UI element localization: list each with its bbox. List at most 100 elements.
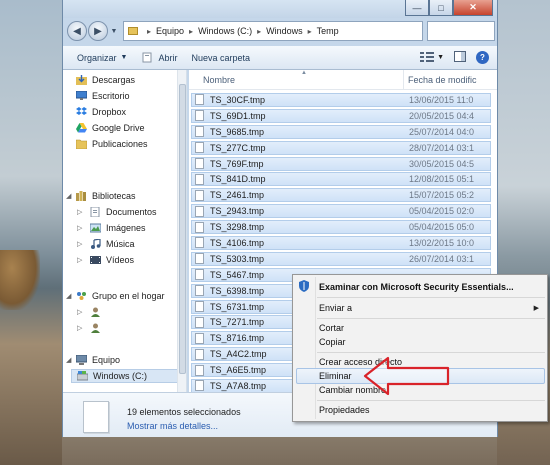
file-icon (195, 380, 204, 392)
expand-arrow-icon[interactable]: ▷ (77, 208, 82, 216)
breadcrumb-windows-c[interactable]: Windows (C:) (198, 26, 252, 36)
documents-icon (89, 207, 101, 218)
new-folder-button[interactable]: Nueva carpeta (191, 53, 250, 63)
maximize-button[interactable]: □ (429, 0, 453, 16)
sidebar-item-publicaciones[interactable]: Publicaciones (75, 137, 148, 151)
forward-arrow-icon[interactable]: ▶ (88, 21, 108, 41)
menu-separator (317, 352, 545, 353)
recent-pages-chevron-icon[interactable]: ▼ (109, 28, 119, 35)
sidebar-item-videos[interactable]: Vídeos (89, 253, 134, 267)
scrollbar-thumb[interactable] (179, 84, 186, 374)
preview-pane-icon[interactable] (454, 51, 466, 64)
submenu-arrow-icon: ▶ (533, 305, 539, 312)
breadcrumb-windows[interactable]: Windows (266, 26, 303, 36)
breadcrumb-temp[interactable]: Temp (317, 26, 339, 36)
menu-item-copy[interactable]: Copiar (319, 335, 346, 349)
file-row[interactable]: TS_841D.tmp 12/08/2015 05:1 (189, 171, 497, 187)
expand-arrow-icon[interactable]: ▷ (77, 324, 82, 332)
file-row[interactable]: TS_4106.tmp 13/02/2015 10:0 (189, 235, 497, 251)
collapse-arrow-icon[interactable]: ◢ (66, 356, 71, 364)
show-more-details-link[interactable]: Mostrar más detalles... (127, 421, 218, 431)
minimize-button[interactable]: — (405, 0, 429, 16)
menu-item-delete[interactable]: Eliminar (319, 369, 352, 383)
file-date: 05/04/2015 05:0 (409, 222, 475, 233)
desktop-icon (75, 91, 87, 102)
file-row[interactable]: TS_9685.tmp 25/07/2014 04:0 (189, 124, 497, 140)
expand-arrow-icon[interactable]: ▷ (77, 256, 82, 264)
file-icon (195, 316, 204, 328)
sidebar-item-label: Windows (C:) (93, 371, 148, 381)
file-row[interactable]: TS_5303.tmp 26/07/2014 03:1 (189, 251, 497, 267)
sidebar-item-equipo[interactable]: Equipo (75, 353, 120, 367)
sidebar-item-descargas[interactable]: Descargas (75, 73, 135, 87)
file-icon (195, 237, 204, 249)
menu-item-cut[interactable]: Cortar (319, 321, 344, 335)
red-arrow-annotation (363, 356, 450, 396)
collapse-arrow-icon[interactable]: ◢ (66, 292, 71, 300)
close-button[interactable]: ✕ (453, 0, 493, 16)
chevron-right-icon[interactable]: ▸ (189, 27, 193, 36)
navigation-scrollbar[interactable] (177, 70, 186, 392)
user-icon (89, 307, 101, 318)
chevron-down-icon[interactable]: ▼ (437, 54, 444, 61)
file-row[interactable]: TS_2943.tmp 05/04/2015 02:0 (189, 203, 497, 219)
file-name: TS_4106.tmp (210, 237, 265, 248)
sidebar-item-documentos[interactable]: Documentos (89, 205, 157, 219)
column-date[interactable]: Fecha de modific (403, 70, 477, 90)
collapse-arrow-icon[interactable]: ◢ (66, 192, 71, 200)
file-name: TS_2943.tmp (210, 206, 265, 217)
file-row[interactable]: TS_277C.tmp 28/07/2014 03:1 (189, 140, 497, 156)
file-row[interactable]: TS_769F.tmp 30/05/2015 04:5 (189, 156, 497, 172)
context-menu: Examinar con Microsoft Security Essentia… (292, 274, 548, 422)
sidebar-item-imagenes[interactable]: Imágenes (89, 221, 146, 235)
menu-item-properties[interactable]: Propiedades (319, 403, 370, 417)
sidebar-item-musica[interactable]: Música (89, 237, 135, 251)
dropbox-icon (75, 107, 87, 118)
sidebar-item-label: Música (106, 239, 135, 249)
menu-item-scan[interactable]: Examinar con Microsoft Security Essentia… (319, 280, 514, 294)
sidebar-item-dropbox[interactable]: Dropbox (75, 105, 126, 119)
file-date: 30/05/2015 04:5 (409, 158, 475, 169)
file-icon (195, 332, 204, 344)
file-icon (195, 348, 204, 360)
open-file-icon (141, 52, 153, 63)
back-arrow-icon[interactable]: ◀ (67, 21, 87, 41)
sidebar-item-google-drive[interactable]: Google Drive (75, 121, 145, 135)
file-icon (195, 110, 204, 122)
file-icon (195, 189, 204, 201)
search-input[interactable] (427, 21, 495, 41)
expand-arrow-icon[interactable]: ▷ (77, 224, 82, 232)
file-row[interactable]: TS_30CF.tmp 13/06/2015 11:0 (189, 92, 497, 108)
column-name[interactable]: Nombre (189, 75, 403, 85)
title-bar[interactable]: — □ ✕ (63, 0, 497, 18)
expand-arrow-icon[interactable]: ▷ (77, 240, 82, 248)
chevron-right-icon[interactable]: ▸ (257, 27, 261, 36)
file-name: TS_769F.tmp (210, 158, 264, 169)
file-date: 13/06/2015 11:0 (409, 94, 474, 105)
menu-separator (317, 318, 545, 319)
sidebar-item-label: Imágenes (106, 223, 146, 233)
sidebar-item-escritorio[interactable]: Escritorio (75, 89, 130, 103)
address-bar[interactable]: ▸ Equipo ▸ Windows (C:) ▸ Windows ▸ Temp (123, 21, 423, 41)
downloads-icon (75, 75, 87, 86)
open-button[interactable]: Abrir (141, 52, 177, 63)
help-icon[interactable]: ? (476, 51, 489, 64)
organize-button[interactable]: Organizar ▼ (77, 53, 127, 63)
expand-arrow-icon[interactable]: ▷ (77, 308, 82, 316)
file-row[interactable]: TS_69D1.tmp 20/05/2015 04:4 (189, 108, 497, 124)
sidebar-item-bibliotecas[interactable]: Bibliotecas (75, 189, 136, 203)
sidebar-item-grupo-hogar[interactable]: Grupo en el hogar (75, 289, 165, 303)
chevron-right-icon[interactable]: ▸ (147, 27, 151, 36)
menu-gutter (315, 277, 316, 419)
sidebar-item-windows-c[interactable]: Windows (C:) (71, 369, 179, 383)
file-row[interactable]: TS_3298.tmp 05/04/2015 05:0 (189, 219, 497, 235)
menu-item-send-to[interactable]: Enviar a (319, 301, 352, 315)
sidebar-item-label: Google Drive (92, 123, 145, 133)
breadcrumb-equipo[interactable]: Equipo (156, 26, 184, 36)
chevron-right-icon[interactable]: ▸ (308, 27, 312, 36)
view-options-icon[interactable] (420, 51, 435, 64)
sidebar-item-user-1[interactable] (89, 305, 106, 319)
file-row[interactable]: TS_2461.tmp 15/07/2015 05:2 (189, 187, 497, 203)
sidebar-item-user-2[interactable] (89, 321, 106, 335)
file-icon (195, 158, 204, 169)
